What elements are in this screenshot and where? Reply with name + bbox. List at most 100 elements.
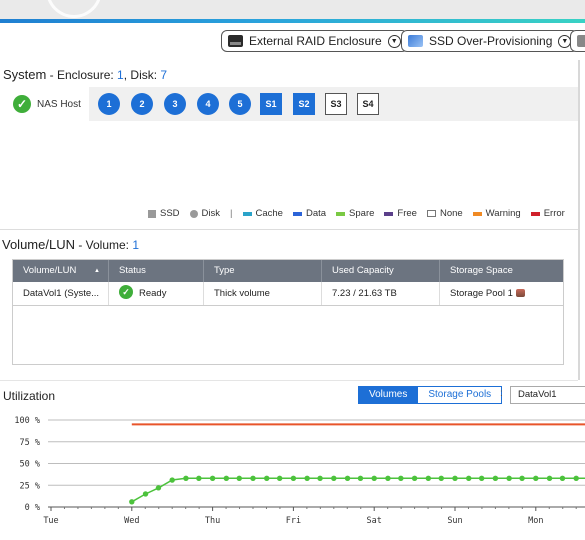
data-point (183, 475, 189, 481)
disk-count: 7 (160, 68, 168, 82)
cell-used-capacity: 7.23 / 21.63 TB (322, 282, 440, 305)
x-tick-label: Fri (286, 516, 301, 526)
column-header-used-capacity[interactable]: Used Capacity (322, 260, 440, 282)
chevron-down-icon: ▼ (387, 34, 401, 48)
disk-slot-s4[interactable]: S4 (357, 93, 379, 115)
column-header-storage-space[interactable]: Storage Space (440, 260, 563, 282)
data-point (276, 475, 283, 481)
data-point (398, 475, 404, 481)
data-point (371, 475, 377, 481)
disk-slot-s3[interactable]: S3 (325, 93, 347, 115)
data-point (466, 475, 472, 481)
data-point (411, 475, 418, 481)
tab-volumes[interactable]: Volumes (358, 386, 419, 404)
disk-slot-2[interactable]: 2 (131, 93, 153, 115)
x-tick-label: Thu (205, 516, 220, 526)
column-header-type[interactable]: Type (204, 260, 322, 282)
scrollbar[interactable] (578, 60, 580, 380)
disk-slot-row: 1 2 3 4 5 S1 S2 S3 S4 (89, 87, 578, 121)
y-tick-label: 100 % (14, 416, 40, 426)
data-point (344, 475, 351, 481)
x-tick-label: Mon (528, 516, 543, 526)
legend-swatch (189, 209, 198, 218)
legend-swatch (530, 211, 540, 216)
tab-storage-pools[interactable]: Storage Pools (418, 386, 503, 404)
header-accent-bar (0, 19, 585, 23)
status-text: Ready (139, 288, 167, 299)
storage-pool-text: Storage Pool 1 (450, 288, 513, 299)
data-point (506, 475, 512, 481)
data-point (264, 475, 270, 481)
external-raid-enclosure-button[interactable]: External RAID Enclosure ▼ (221, 30, 408, 52)
legend-item-free: Free (384, 208, 417, 219)
disk-slot-1[interactable]: 1 (98, 93, 120, 115)
volume-select[interactable]: DataVol1 (510, 386, 585, 404)
volume-title: Volume/LUN (2, 237, 75, 252)
cell-type: Thick volume (204, 282, 322, 305)
volume-table: Volume/LUN ▲ Status Type Used Capacity St… (12, 259, 564, 365)
legend-separator: | (230, 208, 233, 219)
storage-pool-icon (515, 289, 525, 298)
data-point (478, 475, 485, 481)
y-tick-label: 25 % (20, 481, 40, 491)
check-icon: ✓ (119, 285, 133, 300)
table-row[interactable]: DataVol1 (Syste... ✓ Ready Thick volume 7… (13, 282, 563, 306)
utilization-chart: 100 % 75 % 50 % 25 % 0 %Tue Wed Thu Fri Sat Sun Mo… (14, 416, 585, 526)
data-point (250, 475, 256, 481)
cell-volume-name: DataVol1 (Syste... (13, 282, 109, 305)
table-header: Volume/LUN ▲ Status Type Used Capacity St… (13, 260, 563, 282)
legend-item-cache: Cache (242, 208, 283, 219)
data-point (236, 475, 242, 481)
legend-swatch (292, 211, 302, 216)
data-point (209, 475, 216, 481)
data-point (155, 485, 162, 491)
top-banner (0, 0, 585, 19)
ssd-over-provisioning-button[interactable]: SSD Over-Provisioning ▼ (401, 30, 579, 52)
more-toolbar-button[interactable] (570, 30, 585, 52)
nas-host-label: NAS Host (37, 99, 81, 110)
ssd-icon (408, 35, 423, 47)
utilization-title: Utilization (3, 389, 56, 403)
legend-swatch (148, 209, 156, 218)
app-logo-icon (46, 0, 102, 18)
system-summary: System - Enclosure: 1, Disk: 7 (3, 67, 167, 82)
legend-item-none: None (426, 208, 463, 219)
utilization-view-toggle: Volumes Storage Pools (358, 386, 503, 404)
legend-swatch (384, 211, 394, 216)
disk-slot-3[interactable]: 3 (164, 93, 186, 115)
data-point (452, 475, 458, 481)
legend-swatch (336, 211, 346, 216)
data-point (196, 475, 202, 481)
column-header-status[interactable]: Status (109, 260, 204, 282)
legend-item-ssd: SSD (148, 208, 180, 219)
data-point (331, 475, 337, 481)
data-point (385, 475, 391, 481)
disk-slot-4[interactable]: 4 (197, 93, 219, 115)
legend-swatch (242, 211, 252, 216)
legend-swatch (472, 211, 482, 216)
legend-item-warning: Warning (472, 208, 521, 219)
raid-enclosure-icon (228, 35, 243, 47)
enclosure-count: 1 (117, 68, 124, 82)
data-point (519, 475, 525, 481)
data-point (573, 475, 579, 481)
x-tick-label: Wed (124, 516, 139, 526)
cell-status: ✓ Ready (109, 282, 204, 305)
system-title: System (3, 67, 47, 82)
divider (0, 229, 578, 230)
volume-count: 1 (132, 238, 140, 252)
y-tick-label: 75 % (20, 438, 40, 448)
disk-slot-s2[interactable]: S2 (293, 93, 315, 115)
data-point (169, 477, 175, 483)
enclosure-label: - Enclosure: (46, 68, 118, 82)
disk-slot-s1[interactable]: S1 (260, 93, 282, 115)
disk-slot-5[interactable]: 5 (229, 93, 251, 115)
column-header-volume[interactable]: Volume/LUN ▲ (13, 260, 109, 282)
legend-item-error: Error (530, 208, 565, 219)
x-tick-label: Tue (43, 516, 58, 526)
data-point (425, 475, 432, 481)
tool-icon (577, 35, 585, 47)
selector-colon: : (500, 388, 503, 399)
divider (0, 380, 578, 381)
data-point (129, 499, 135, 505)
